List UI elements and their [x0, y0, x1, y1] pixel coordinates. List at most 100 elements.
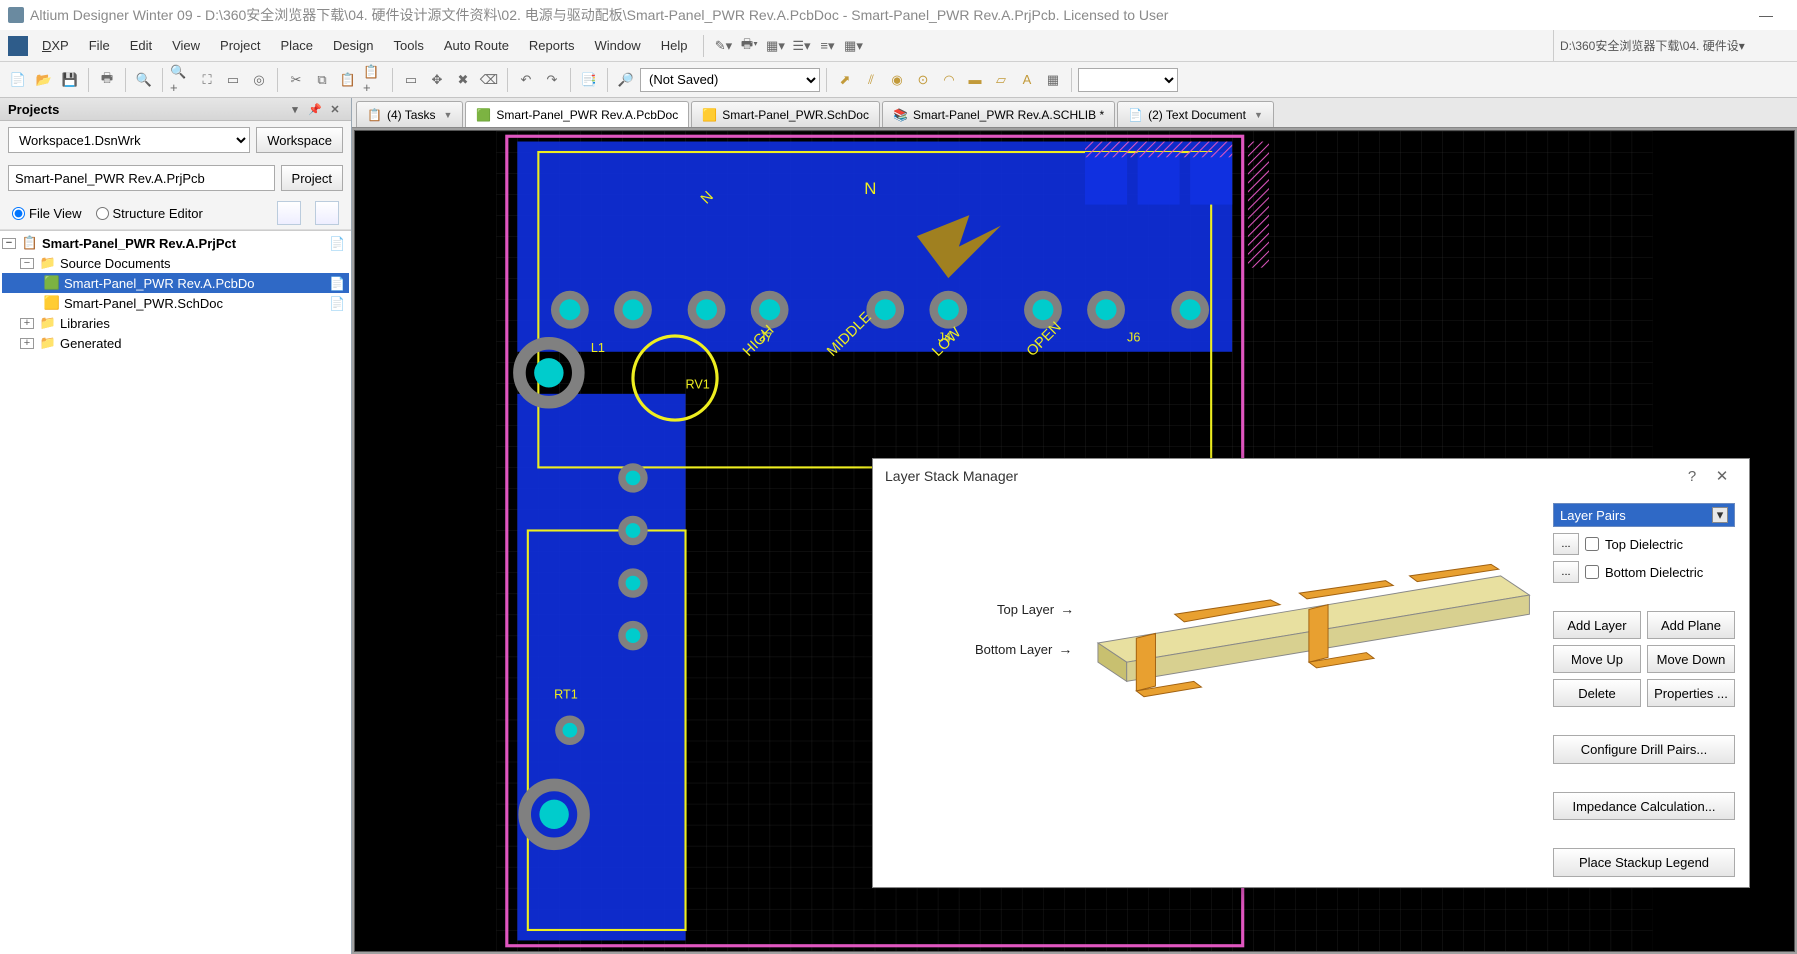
structure-editor-radio[interactable]: Structure Editor	[96, 206, 203, 221]
configure-drill-pairs-button[interactable]: Configure Drill Pairs...	[1553, 735, 1735, 764]
paste-special-icon[interactable]: 📋+	[362, 68, 386, 92]
tree-source-docs[interactable]: −📁 Source Documents	[2, 253, 349, 273]
move-up-button[interactable]: Move Up	[1553, 645, 1641, 673]
menu-file[interactable]: File	[79, 34, 120, 57]
bottom-dielectric-browse-button[interactable]: ...	[1553, 561, 1579, 583]
add-layer-button[interactable]: Add Layer	[1553, 611, 1641, 639]
project-icon: 📋	[22, 235, 38, 251]
refresh-icon[interactable]	[277, 201, 301, 225]
copy-icon[interactable]: ⧉	[310, 68, 334, 92]
options-icon[interactable]	[315, 201, 339, 225]
move-down-button[interactable]: Move Down	[1647, 645, 1735, 673]
layers-icon[interactable]: ▦▾	[765, 36, 785, 56]
place-arc-icon[interactable]: ◠	[937, 68, 961, 92]
place-via-icon[interactable]: ⊙	[911, 68, 935, 92]
dialog-close-icon[interactable]: ✕	[1707, 461, 1737, 491]
dialog-titlebar[interactable]: Layer Stack Manager ? ✕	[873, 459, 1749, 493]
menu-project[interactable]: Project	[210, 34, 270, 57]
project-button[interactable]: Project	[281, 165, 343, 191]
menu-help[interactable]: Help	[651, 34, 698, 57]
clear-icon[interactable]: ⌫	[477, 68, 501, 92]
main-toolbar: 📄 📂 💾 🖶 🔍 🔍+ ⛶ ▭ ◎ ✂ ⧉ 📋 📋+ ▭ ✥ ✖ ⌫ ↶ ↷ …	[0, 62, 1797, 98]
panel-close-icon[interactable]: ✕	[327, 101, 343, 117]
tree-pcb-doc[interactable]: 🟩 Smart-Panel_PWR Rev.A.PcbDo 📄	[2, 273, 349, 293]
workspace-button[interactable]: Workspace	[256, 127, 343, 153]
menu-dxp[interactable]: DXP	[32, 34, 79, 57]
path-display[interactable]: D:\360安全浏览器下载\04. 硬件设 ▾	[1553, 30, 1793, 61]
browse-icon[interactable]: 📑	[577, 68, 601, 92]
project-tree[interactable]: −📋 Smart-Panel_PWR Rev.A.PrjPct 📄 −📁 Sou…	[0, 230, 351, 954]
add-plane-button[interactable]: Add Plane	[1647, 611, 1735, 639]
zoom-fit-icon[interactable]: ⛶	[195, 68, 219, 92]
tree-libraries[interactable]: +📁 Libraries	[2, 313, 349, 333]
top-dielectric-checkbox[interactable]	[1585, 537, 1599, 551]
zoom-in-icon[interactable]: 🔍+	[169, 68, 193, 92]
deselect-icon[interactable]: ✖	[451, 68, 475, 92]
place-pad-icon[interactable]: ◉	[885, 68, 909, 92]
menu-window[interactable]: Window	[584, 34, 650, 57]
menu-edit[interactable]: Edit	[120, 34, 162, 57]
place-string-icon[interactable]: A	[1015, 68, 1039, 92]
menu-view[interactable]: View	[162, 34, 210, 57]
saved-state-combo[interactable]: (Not Saved)	[640, 68, 820, 92]
projects-panel: Projects ▾ 📌 ✕ Workspace1.DsnWrk Workspa…	[0, 98, 352, 954]
route-diff-icon[interactable]: ⫽	[859, 68, 883, 92]
tree-generated[interactable]: +📁 Generated	[2, 333, 349, 353]
minimize-button[interactable]: —	[1743, 0, 1789, 30]
tab-tasks[interactable]: 📋(4) Tasks▼	[356, 101, 463, 127]
route-track-icon[interactable]: ⬈	[833, 68, 857, 92]
zoom-area-icon[interactable]: ▭	[221, 68, 245, 92]
tab-schlib[interactable]: 📚Smart-Panel_PWR Rev.A.SCHLIB *	[882, 101, 1115, 127]
align-icon[interactable]: ≡▾	[817, 36, 837, 56]
tab-text[interactable]: 📄(2) Text Document▼	[1117, 101, 1274, 127]
menu-place[interactable]: Place	[271, 34, 324, 57]
tree-project-root[interactable]: −📋 Smart-Panel_PWR Rev.A.PrjPct 📄	[2, 233, 349, 253]
open-file-icon[interactable]: 📂	[32, 68, 56, 92]
top-dielectric-browse-button[interactable]: ...	[1553, 533, 1579, 555]
print-icon[interactable]: 🖶	[95, 68, 119, 92]
preview-icon[interactable]: 🔍	[132, 68, 156, 92]
project-input[interactable]	[8, 165, 275, 191]
place-poly-icon[interactable]: ▱	[989, 68, 1013, 92]
menu-design[interactable]: Design	[323, 34, 383, 57]
filter-icon[interactable]: 🔎	[614, 68, 638, 92]
print-icon[interactable]: 🖶▾	[739, 36, 759, 56]
component-combo[interactable]	[1078, 68, 1178, 92]
menu-autoroute[interactable]: Auto Route	[434, 34, 519, 57]
panel-dropdown-icon[interactable]: ▾	[287, 101, 303, 117]
layer-pairs-combo[interactable]: Layer Pairs▾	[1553, 503, 1735, 527]
panel-pin-icon[interactable]: 📌	[307, 101, 323, 117]
redo-icon[interactable]: ↷	[540, 68, 564, 92]
impedance-calculation-button[interactable]: Impedance Calculation...	[1553, 792, 1735, 821]
dxp-logo-icon	[8, 36, 28, 56]
grid-icon[interactable]: ▦▾	[843, 36, 863, 56]
tab-pcb[interactable]: 🟩Smart-Panel_PWR Rev.A.PcbDoc	[465, 101, 689, 127]
file-view-radio[interactable]: File View	[12, 206, 82, 221]
menu-tools[interactable]: Tools	[384, 34, 434, 57]
menu-reports[interactable]: Reports	[519, 34, 585, 57]
tree-sch-doc[interactable]: 🟨 Smart-Panel_PWR.SchDoc 📄	[2, 293, 349, 313]
bottom-dielectric-checkbox[interactable]	[1585, 565, 1599, 579]
save-icon[interactable]: 💾	[58, 68, 82, 92]
new-file-icon[interactable]: 📄	[6, 68, 30, 92]
stack-icon[interactable]: ☰▾	[791, 36, 811, 56]
place-stackup-legend-button[interactable]: Place Stackup Legend	[1553, 848, 1735, 877]
properties-button[interactable]: Properties ...	[1647, 679, 1735, 707]
pencil-icon[interactable]: ✎▾	[713, 36, 733, 56]
place-component-icon[interactable]: ▦	[1041, 68, 1065, 92]
delete-button[interactable]: Delete	[1553, 679, 1641, 707]
doc-state-icon: 📄	[329, 276, 343, 290]
dialog-help-icon[interactable]: ?	[1677, 461, 1707, 491]
select-rect-icon[interactable]: ▭	[399, 68, 423, 92]
window-titlebar: Altium Designer Winter 09 - D:\360安全浏览器下…	[0, 0, 1797, 30]
undo-icon[interactable]: ↶	[514, 68, 538, 92]
place-fill-icon[interactable]: ▬	[963, 68, 987, 92]
cut-icon[interactable]: ✂	[284, 68, 308, 92]
zoom-selected-icon[interactable]: ◎	[247, 68, 271, 92]
workspace-combo[interactable]: Workspace1.DsnWrk	[8, 127, 250, 153]
paste-icon[interactable]: 📋	[336, 68, 360, 92]
menu-bar: DXP File Edit View Project Place Design …	[0, 30, 1797, 62]
top-dielectric-label: Top Dielectric	[1605, 537, 1683, 552]
tab-sch[interactable]: 🟨Smart-Panel_PWR.SchDoc	[691, 101, 880, 127]
move-icon[interactable]: ✥	[425, 68, 449, 92]
